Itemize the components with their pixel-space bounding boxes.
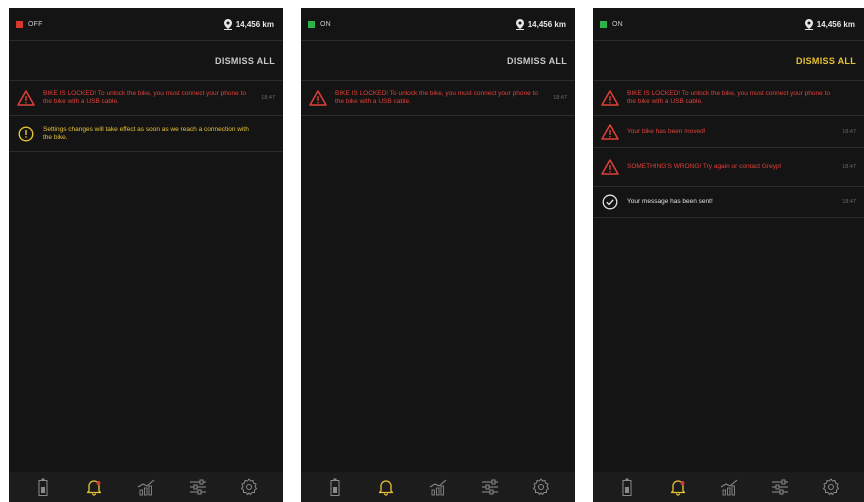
battery-icon — [330, 478, 340, 496]
warning-triangle-icon — [600, 90, 620, 106]
battery-icon — [622, 478, 631, 496]
tab-settings-sliders[interactable] — [186, 476, 210, 498]
bell-icon — [379, 480, 394, 496]
tab-gear[interactable] — [819, 476, 843, 498]
top-bar: ON 14,456 km — [593, 8, 864, 41]
phone-screen-1: OFF 14,456 km DISMISS ALL BIKE IS LOCKED… — [9, 8, 283, 502]
sliders-icon — [481, 479, 498, 495]
tab-bar — [9, 472, 283, 502]
status-indicator-icon — [308, 20, 315, 28]
notification-item[interactable]: Settings changes will take effect as soo… — [9, 116, 283, 152]
warning-triangle-icon — [16, 90, 36, 106]
status-label: ON — [320, 20, 331, 28]
location-pin-icon — [515, 18, 524, 30]
status-label: OFF — [28, 20, 43, 28]
stats-chart-icon — [137, 479, 155, 496]
notification-item[interactable]: SOMETHING'S WRONG! Try again or contact … — [593, 148, 864, 187]
tab-settings-sliders[interactable] — [478, 476, 502, 498]
tab-notifications[interactable] — [666, 476, 690, 498]
notification-text: Your bike has been moved! — [627, 127, 706, 135]
dismiss-row: DISMISS ALL — [9, 41, 283, 81]
tab-statistics[interactable] — [717, 476, 741, 498]
sliders-icon — [189, 479, 206, 495]
gear-icon — [822, 478, 839, 496]
info-circle-icon — [16, 125, 36, 142]
tab-bar — [593, 472, 864, 502]
stats-chart-icon — [429, 479, 447, 496]
notification-time: 18:47 — [261, 95, 275, 101]
stats-chart-icon — [720, 479, 737, 496]
gear-icon — [240, 478, 258, 496]
sliders-icon — [771, 479, 788, 495]
notification-time: 18:47 — [842, 199, 856, 205]
notification-text: BIKE IS LOCKED! To unlock the bike, you … — [335, 90, 538, 105]
notification-time: 18:47 — [842, 164, 856, 170]
tab-gear[interactable] — [529, 476, 553, 498]
odometer: 14,456 km — [223, 18, 274, 30]
odometer-value: 14,456 km — [816, 19, 855, 29]
tab-battery[interactable] — [31, 476, 55, 498]
battery-icon — [38, 478, 48, 496]
tab-notifications[interactable] — [374, 476, 398, 498]
dismiss-all-button[interactable]: DISMISS ALL — [215, 56, 275, 66]
tab-battery[interactable] — [323, 476, 347, 498]
bell-icon — [670, 480, 685, 496]
notification-item[interactable]: Your message has been sent! 18:47 — [593, 187, 864, 218]
status-indicator-icon — [16, 20, 23, 28]
tab-battery[interactable] — [615, 476, 639, 498]
dismiss-all-button[interactable]: DISMISS ALL — [507, 56, 567, 66]
notification-item[interactable]: BIKE IS LOCKED! To unlock the bike, you … — [9, 81, 283, 116]
notification-time: 18:47 — [553, 95, 567, 101]
phone-screen-3: ON 14,456 km DISMISS ALL BIKE IS LOCKED!… — [593, 8, 864, 502]
top-bar: OFF 14,456 km — [9, 8, 283, 41]
notification-item[interactable]: BIKE IS LOCKED! To unlock the bike, you … — [593, 81, 864, 116]
tab-gear[interactable] — [237, 476, 261, 498]
dismiss-row: DISMISS ALL — [301, 41, 575, 81]
notification-text: Settings changes will take effect as soo… — [43, 125, 249, 141]
bell-icon — [87, 480, 102, 496]
location-pin-icon — [804, 18, 813, 30]
bike-status: OFF — [16, 20, 43, 28]
warning-triangle-icon — [308, 90, 328, 106]
status-indicator-icon — [600, 20, 607, 28]
notification-item[interactable]: Your bike has been moved! 18:47 — [593, 116, 864, 148]
warning-triangle-icon — [600, 159, 620, 175]
tab-statistics[interactable] — [426, 476, 450, 498]
dismiss-row: DISMISS ALL — [593, 41, 864, 81]
notification-text: BIKE IS LOCKED! To unlock the bike, you … — [627, 90, 830, 105]
bike-status: ON — [600, 20, 623, 28]
notification-time: 18:47 — [842, 128, 856, 135]
notification-item[interactable]: BIKE IS LOCKED! To unlock the bike, you … — [301, 81, 575, 116]
tab-notifications[interactable] — [82, 476, 106, 498]
notification-text: SOMETHING'S WRONG! Try again or contact … — [627, 163, 782, 170]
gear-icon — [532, 478, 550, 496]
odometer-value: 14,456 km — [527, 19, 566, 29]
tab-statistics[interactable] — [134, 476, 158, 498]
tab-settings-sliders[interactable] — [768, 476, 792, 498]
odometer: 14,456 km — [515, 18, 566, 30]
notification-text: BIKE IS LOCKED! To unlock the bike, you … — [43, 90, 246, 105]
bike-status: ON — [308, 20, 331, 28]
tab-bar — [301, 472, 575, 502]
phone-screen-2: ON 14,456 km DISMISS ALL BIKE IS LOCKED!… — [301, 8, 575, 502]
notification-text: Your message has been sent! — [627, 198, 713, 205]
location-pin-icon — [223, 18, 232, 30]
check-circle-icon — [600, 194, 620, 210]
odometer: 14,456 km — [804, 18, 855, 30]
top-bar: ON 14,456 km — [301, 8, 575, 41]
warning-triangle-icon — [600, 123, 620, 140]
status-label: ON — [612, 20, 623, 28]
dismiss-all-button[interactable]: DISMISS ALL — [796, 56, 856, 66]
odometer-value: 14,456 km — [235, 19, 274, 29]
